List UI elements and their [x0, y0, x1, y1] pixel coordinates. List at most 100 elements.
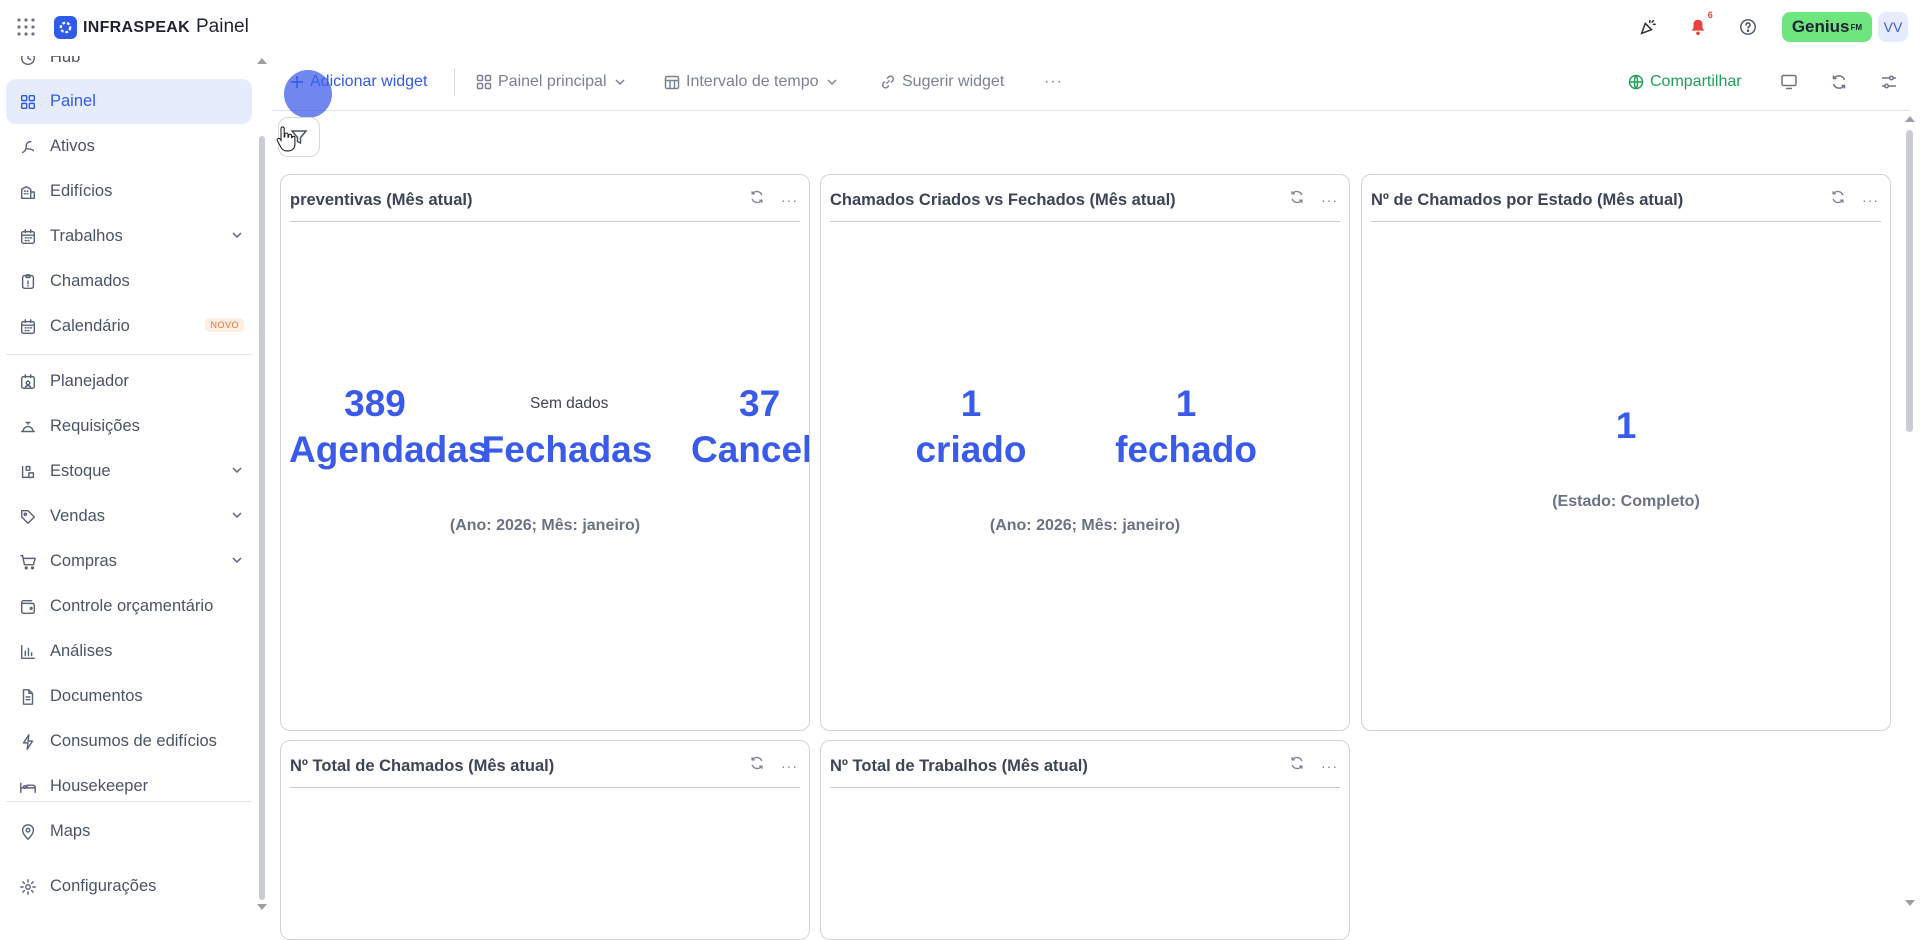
celebration-icon[interactable]: [1636, 15, 1660, 39]
share-button[interactable]: Compartilhar: [1628, 68, 1742, 96]
gear-icon: [18, 877, 38, 897]
kpi-scheduled: 389 Agendadas: [289, 381, 489, 473]
brand-name: INFRASPEAK: [83, 18, 191, 36]
sidebar-item-label: Maps: [50, 822, 91, 840]
sidebar-item-label: Edifícios: [50, 182, 113, 200]
widget-header: Nº de Chamados por Estado (Mês atual) ···: [1371, 175, 1881, 222]
kpi-label: Cancelad: [691, 429, 810, 470]
bed-icon: [18, 777, 38, 797]
genius-fm-button[interactable]: Genius FM: [1781, 12, 1872, 42]
widget-more-icon[interactable]: ···: [781, 192, 798, 208]
widget-actions: ···: [1289, 755, 1338, 776]
tv-mode-button[interactable]: [1780, 68, 1798, 96]
sidebar-item-estoque[interactable]: Estoque: [6, 449, 252, 494]
sidebar-divider: [6, 801, 252, 802]
sidebar-item-hub[interactable]: Hub: [6, 56, 252, 80]
widget-refresh-icon[interactable]: [749, 189, 765, 210]
sidebar-item-painel[interactable]: Painel: [6, 79, 252, 124]
link-chain-icon: [881, 75, 895, 89]
widget-refresh-icon[interactable]: [1830, 189, 1846, 210]
sidebar-item-label: Chamados: [50, 272, 130, 290]
chevron-down-icon[interactable]: [230, 508, 244, 527]
time-interval-dropdown[interactable]: Intervalo de tempo: [664, 68, 839, 96]
main-scroll-down-icon[interactable]: [1905, 900, 1915, 906]
widget-header: Chamados Criados vs Fechados (Mês atual)…: [830, 175, 1340, 222]
globe-icon: [1628, 74, 1644, 90]
apps-grid-icon[interactable]: [16, 17, 36, 37]
kpi-value: 1: [1175, 383, 1197, 424]
sidebar-item-planejador[interactable]: Planejador: [6, 359, 252, 404]
sidebar-item-label: Calendário: [50, 317, 130, 335]
user-avatar[interactable]: VV: [1878, 12, 1908, 42]
calendar-grid-icon: [664, 75, 680, 90]
notifications-bell-icon[interactable]: 6: [1686, 10, 1713, 39]
widget-card[interactable]: Nº Total de Trabalhos (Mês atual) ···: [820, 740, 1350, 940]
sidebar-item-housekeeper[interactable]: Housekeeper: [6, 764, 252, 809]
sidebar-item-consumos-de-edificios[interactable]: Consumos de edifícios: [6, 719, 252, 764]
main-panel-dropdown[interactable]: Painel principal: [476, 68, 627, 96]
click-indicator: [284, 70, 332, 118]
app-logo[interactable]: INFRASPEAK: [54, 16, 190, 39]
widget-card[interactable]: Nº Total de Chamados (Mês atual) ···: [280, 740, 810, 940]
sidebar-item-maps[interactable]: Maps: [6, 809, 252, 854]
widget-header: Nº Total de Chamados (Mês atual) ···: [290, 741, 800, 788]
sidebar-item-trabalhos[interactable]: Trabalhos: [6, 214, 252, 259]
main-scrollbar[interactable]: [1906, 130, 1913, 432]
dashboard-settings-button[interactable]: [1880, 68, 1898, 96]
sidebar-item-configuracoes[interactable]: Configurações: [6, 864, 252, 909]
monitor-icon: [1781, 74, 1797, 90]
sidebar-item-compras[interactable]: Compras: [6, 539, 252, 584]
more-options-button[interactable]: ···: [1044, 68, 1063, 96]
bar-chart-icon: [18, 642, 38, 662]
dashboard-toolbar: Adicionar widget Painel principal Interv…: [280, 62, 1910, 102]
sidebar-scrollbar[interactable]: [259, 136, 265, 900]
widget-card[interactable]: Chamados Criados vs Fechados (Mês atual)…: [820, 174, 1350, 731]
main-scroll-up-icon[interactable]: [1905, 116, 1915, 122]
kpi-value: 389: [344, 383, 406, 424]
kpi-created: 1 criado: [871, 381, 1071, 473]
help-icon[interactable]: [1736, 15, 1760, 39]
top-right-actions: 6 Genius FM VV: [1636, 10, 1920, 42]
wallet-icon: [18, 597, 38, 617]
widget-refresh-icon[interactable]: [1289, 755, 1305, 776]
dashboard-layout-icon: [476, 74, 492, 90]
new-badge: NOVO: [205, 318, 244, 332]
widget-more-icon[interactable]: ···: [1321, 192, 1338, 208]
sidebar-item-label: Compras: [50, 552, 117, 570]
sidebar-item-label: Análises: [50, 642, 113, 660]
chevron-down-icon[interactable]: [230, 228, 244, 247]
widget-more-icon[interactable]: ···: [781, 758, 798, 774]
widget-refresh-icon[interactable]: [1289, 189, 1305, 210]
toolbar-divider-line: [272, 110, 1910, 111]
kpi-label: Agendadas: [289, 429, 489, 470]
sidebar-item-calendario[interactable]: Calendário NOVO: [6, 304, 252, 349]
widget-more-icon[interactable]: ···: [1321, 758, 1338, 774]
sidebar-item-chamados[interactable]: Chamados: [6, 259, 252, 304]
widget-actions: ···: [1289, 189, 1338, 210]
widget-refresh-icon[interactable]: [749, 755, 765, 776]
refresh-dashboard-button[interactable]: [1830, 68, 1848, 96]
widget-title: Chamados Criados vs Fechados (Mês atual): [830, 191, 1176, 209]
suggest-widget-button[interactable]: Sugerir widget: [880, 68, 1004, 96]
sidebar-item-vendas[interactable]: Vendas: [6, 494, 252, 539]
genius-sup: FM: [1850, 22, 1862, 32]
widget-subtitle: (Estado: Completo): [1552, 493, 1700, 510]
sidebar-item-analises[interactable]: Análises: [6, 629, 252, 674]
widget-card[interactable]: Nº de Chamados por Estado (Mês atual) ···…: [1361, 174, 1891, 731]
sidebar-item-label: Controle orçamentário: [50, 597, 214, 615]
sidebar-item-ativos[interactable]: Ativos: [6, 124, 252, 169]
sidebar-item-documentos[interactable]: Documentos: [6, 674, 252, 719]
suggest-widget-label: Sugerir widget: [902, 73, 1005, 90]
widget-header: Nº Total de Trabalhos (Mês atual) ···: [830, 741, 1340, 788]
widget-more-icon[interactable]: ···: [1862, 192, 1879, 208]
chevron-down-icon[interactable]: [230, 553, 244, 572]
sidebar-item-requisicoes[interactable]: Requisições: [6, 404, 252, 449]
sidebar-item-controle-orcamentario[interactable]: Controle orçamentário: [6, 584, 252, 629]
widget-card[interactable]: preventivas (Mês atual) ··· 389 Agendadas Se…: [280, 174, 810, 731]
main-panel-label: Painel principal: [498, 73, 607, 90]
hub-icon: [18, 56, 38, 68]
sidebar-scroll-up-icon[interactable]: [257, 58, 267, 64]
sidebar-scroll-down-icon[interactable]: [257, 904, 267, 910]
chevron-down-icon[interactable]: [230, 463, 244, 482]
sidebar-item-edificios[interactable]: Edifícios: [6, 169, 252, 214]
